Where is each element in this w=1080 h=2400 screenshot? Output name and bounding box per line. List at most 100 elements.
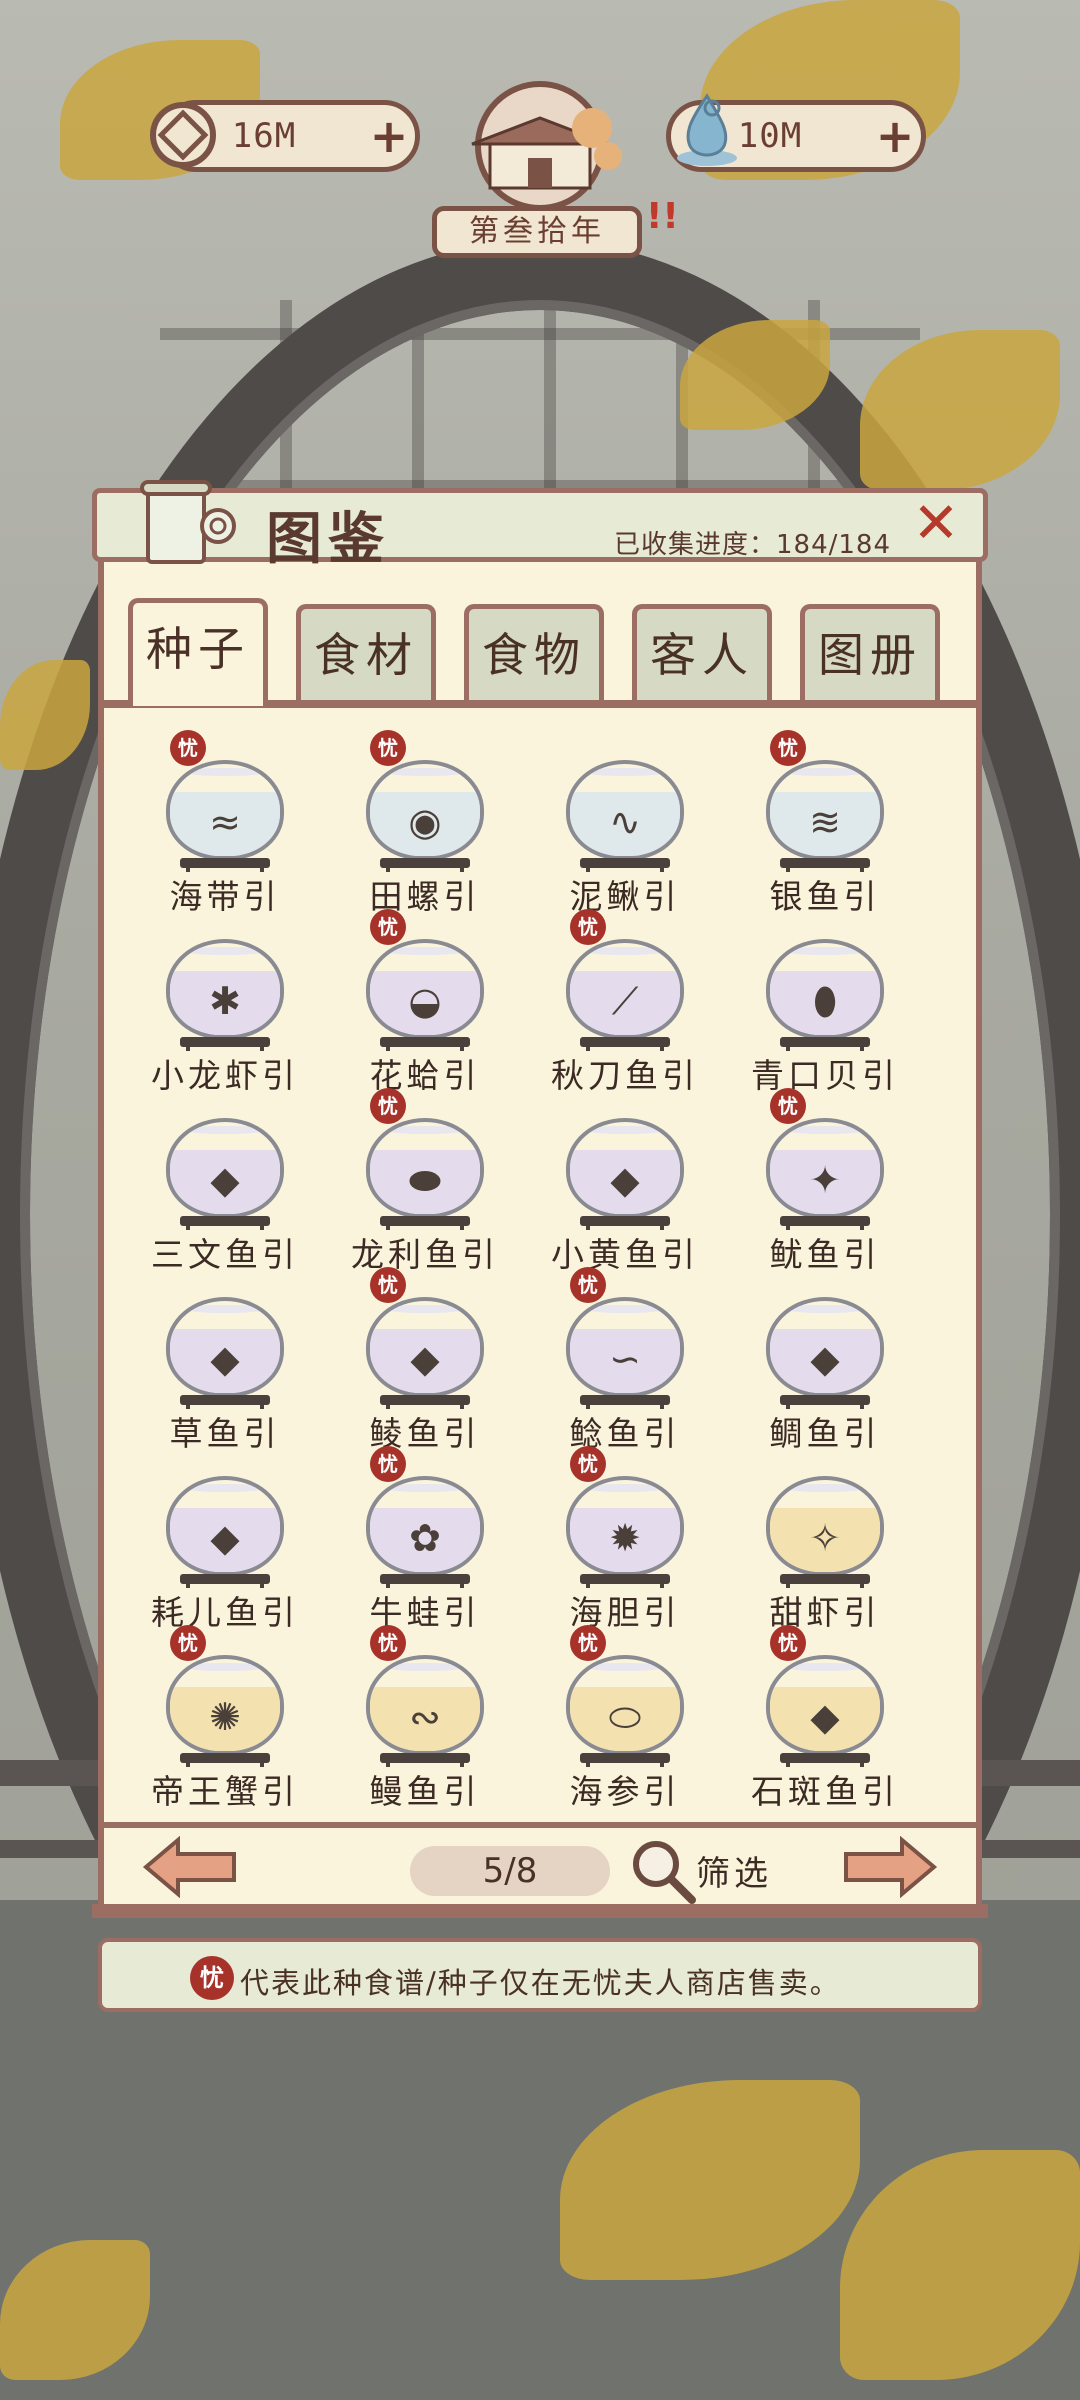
tab-2[interactable]: 食物: [464, 604, 604, 702]
exclusive-badge-icon: 忧: [370, 1446, 406, 1482]
collection-item[interactable]: ◆ 草鱼引: [120, 1267, 320, 1453]
fishbowl: ◆: [366, 1297, 484, 1397]
bowl-stand: [380, 1574, 470, 1588]
fishbowl: ✿: [366, 1476, 484, 1576]
collection-item[interactable]: 忧 ≋ 银鱼引: [720, 730, 920, 916]
collection-item[interactable]: ◆ 鲷鱼引: [720, 1267, 920, 1453]
fishbowl: ✧: [766, 1476, 884, 1576]
collection-item[interactable]: ✧ 甜虾引: [720, 1446, 920, 1632]
bowl-stand: [580, 1216, 670, 1230]
sole-icon: ⬬: [408, 1158, 442, 1202]
collection-item[interactable]: 忧 ≈ 海带引: [120, 730, 320, 916]
collection-item[interactable]: ◆ 三文鱼引: [120, 1088, 320, 1274]
grid-divider: [104, 1822, 976, 1828]
exclusive-badge-icon: 忧: [370, 1625, 406, 1661]
exclusive-badge-icon: 忧: [190, 1956, 234, 2000]
search-icon[interactable]: [628, 1836, 698, 1906]
tab-0[interactable]: 种子: [128, 598, 268, 706]
panel-title: 图鉴: [266, 507, 390, 572]
fishbowl: ◆: [166, 1476, 284, 1576]
collection-item[interactable]: 忧 ∾ 鳗鱼引: [320, 1625, 520, 1811]
bowl-stand: [180, 1037, 270, 1051]
exclusive-badge-icon: 忧: [170, 730, 206, 766]
item-label: 石斑鱼引: [751, 1772, 899, 1811]
close-button[interactable]: ✕: [906, 494, 966, 554]
tab-1[interactable]: 食材: [296, 604, 436, 702]
add-coins-button[interactable]: +: [363, 111, 415, 161]
fishbowl: ∾: [366, 1655, 484, 1755]
bowl-stand: [380, 1753, 470, 1767]
bowl-stand: [780, 1037, 870, 1051]
collection-item[interactable]: ◆ 耗儿鱼引: [120, 1446, 320, 1632]
exclusive-badge-icon: 忧: [370, 1267, 406, 1303]
fishbowl: ✱: [166, 939, 284, 1039]
collection-progress: 已收集进度：184/184: [614, 530, 892, 560]
collection-item[interactable]: 忧 ✹ 海胆引: [520, 1446, 720, 1632]
bowl-stand: [380, 1395, 470, 1409]
fishbowl: ✺: [166, 1655, 284, 1755]
sea-cucumber-icon: ⬭: [608, 1695, 642, 1739]
collection-item[interactable]: 忧 ⬬ 龙利鱼引: [320, 1088, 520, 1274]
fishbowl: ⬮: [766, 939, 884, 1039]
bowl-stand: [580, 1574, 670, 1588]
catfish-icon: ∽: [609, 1337, 641, 1381]
collection-item[interactable]: 忧 ∽ 鲶鱼引: [520, 1267, 720, 1453]
exclusive-badge-icon: 忧: [770, 1088, 806, 1124]
collection-item[interactable]: ⬮ 青口贝引: [720, 909, 920, 1095]
squid-icon: ✦: [809, 1158, 841, 1202]
grouper-icon: ◆: [810, 1695, 840, 1739]
collection-item[interactable]: 忧 ◆ 鲮鱼引: [320, 1267, 520, 1453]
fishbowl: ◆: [166, 1297, 284, 1397]
exclusive-badge-icon: 忧: [770, 730, 806, 766]
bowl-stand: [180, 1753, 270, 1767]
item-label: 海参引: [569, 1772, 681, 1811]
exclusive-badge-icon: 忧: [370, 1088, 406, 1124]
croaker-icon: ◆: [610, 1158, 640, 1202]
exclusive-badge-icon: 忧: [570, 909, 606, 945]
next-page-arrow-icon[interactable]: [842, 1836, 938, 1898]
prev-page-arrow-icon[interactable]: [142, 1836, 238, 1898]
category-tabs: 种子 食材 食物 客人 图册: [128, 598, 958, 706]
year-label: 第叁拾年: [432, 206, 642, 258]
seaweed-icon: ≈: [209, 800, 241, 844]
fishbowl: ◒: [366, 939, 484, 1039]
collection-item[interactable]: ◆ 小黄鱼引: [520, 1088, 720, 1274]
restaurant-emblem: [471, 81, 622, 206]
fishbowl: ⬭: [566, 1655, 684, 1755]
tab-3[interactable]: 客人: [632, 604, 772, 702]
collection-item[interactable]: 忧 ✺ 帝王蟹引: [120, 1625, 320, 1811]
collection-item[interactable]: ∿ 泥鳅引: [520, 730, 720, 916]
collection-item[interactable]: 忧 ✦ 鱿鱼引: [720, 1088, 920, 1274]
collection-item[interactable]: 忧 ◆ 石斑鱼引: [720, 1625, 920, 1811]
collection-item[interactable]: 忧 ⟋ 秋刀鱼引: [520, 909, 720, 1095]
coin-icon: [150, 102, 216, 168]
collection-item[interactable]: 忧 ✿ 牛蛙引: [320, 1446, 520, 1632]
fishbowl: ◆: [766, 1655, 884, 1755]
bowl-stand: [780, 1395, 870, 1409]
bowl-stand: [580, 1753, 670, 1767]
collection-item[interactable]: 忧 ⬭ 海参引: [520, 1625, 720, 1811]
fishbowl: ⬬: [366, 1118, 484, 1218]
add-spirit-button[interactable]: +: [869, 111, 921, 161]
collection-item[interactable]: 忧 ◒ 花蛤引: [320, 909, 520, 1095]
bowl-stand: [780, 1216, 870, 1230]
collection-item[interactable]: ✱ 小龙虾引: [120, 909, 320, 1095]
item-label: 鳗鱼引: [369, 1772, 481, 1811]
exclusive-badge-icon: 忧: [570, 1446, 606, 1482]
shop-exclusive-note: 忧 代表此种食谱/种子仅在无忧夫人商店售卖。: [98, 1938, 982, 2012]
saury-icon: ⟋: [611, 979, 639, 1023]
shrimp-icon: ✧: [809, 1516, 841, 1560]
bowl-stand: [380, 858, 470, 872]
crayfish-icon: ✱: [209, 979, 241, 1023]
loach-icon: ∿: [609, 800, 641, 844]
exclusive-badge-icon: 忧: [570, 1625, 606, 1661]
sea-urchin-icon: ✹: [609, 1516, 641, 1560]
tab-4[interactable]: 图册: [800, 604, 940, 702]
king-crab-icon: ✺: [209, 1695, 241, 1739]
collection-item[interactable]: 忧 ◉ 田螺引: [320, 730, 520, 916]
fishbowl: ⟋: [566, 939, 684, 1039]
filter-button[interactable]: 筛选: [696, 1846, 772, 1895]
exclusive-badge-icon: 忧: [370, 909, 406, 945]
bowl-stand: [180, 1395, 270, 1409]
mussel-icon: ⬮: [813, 979, 837, 1023]
